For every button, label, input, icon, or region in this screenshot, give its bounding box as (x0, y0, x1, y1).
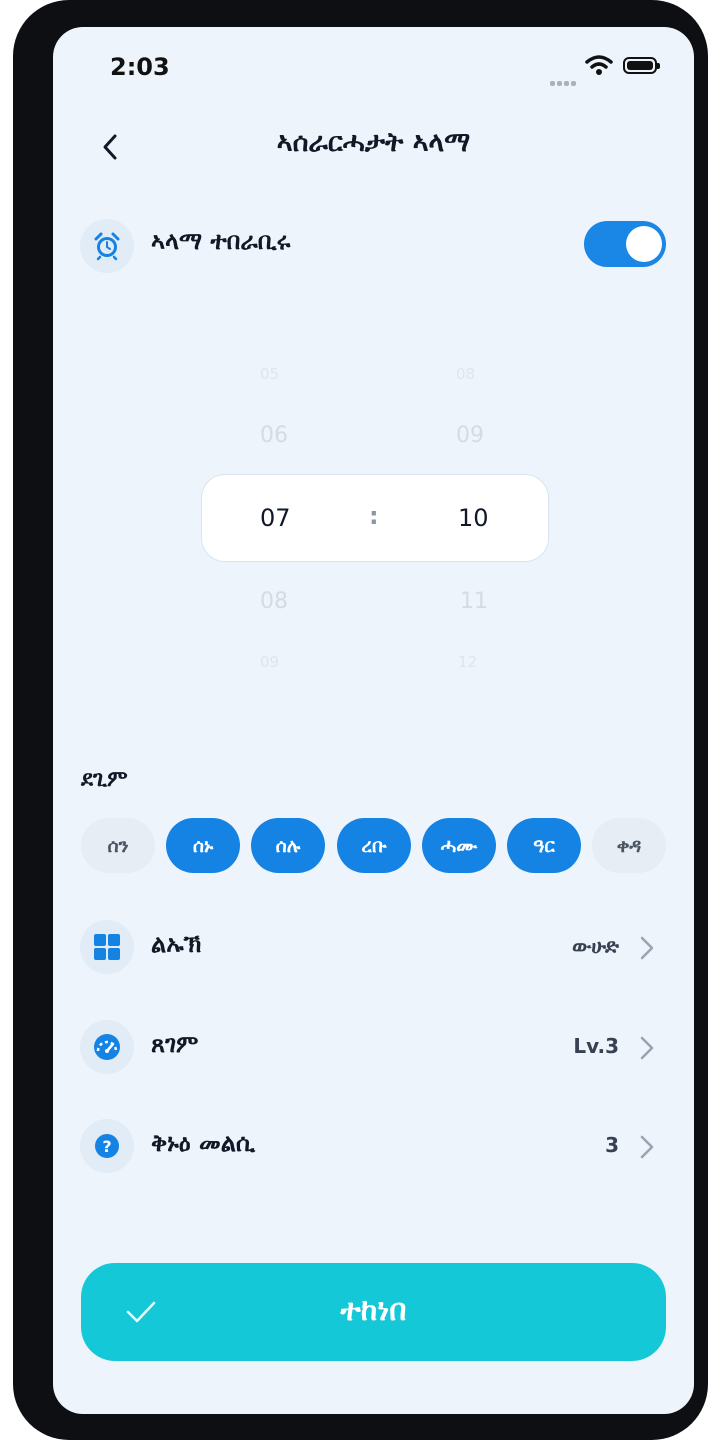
row-value: Lv.3 (573, 1034, 619, 1058)
hour-option[interactable]: 08 (260, 589, 288, 614)
minute-selected[interactable]: 10 (458, 504, 489, 532)
repeat-label: ደጊም (81, 767, 128, 792)
time-separator: : (369, 502, 379, 530)
device-frame: 2:03 ኣሰራርሓታት ኣላማ ኣላማ ተበራቢሩ 05 06 07 08 0… (13, 0, 708, 1440)
minute-option[interactable]: 11 (460, 589, 488, 614)
battery-icon (623, 57, 660, 74)
row-label: ጸገም (151, 1030, 199, 1058)
hour-option[interactable]: 05 (260, 365, 279, 383)
question-icon: ? (80, 1119, 134, 1173)
alarm-enabled-label: ኣላማ ተበራቢሩ (151, 227, 291, 255)
confirm-button-label: ተከነበ (340, 1293, 407, 1328)
switch-knob (626, 226, 662, 262)
hour-option[interactable]: 09 (260, 653, 279, 671)
grid-icon (80, 920, 134, 974)
alarm-enabled-switch[interactable] (584, 221, 666, 267)
chevron-right-icon (640, 936, 654, 960)
minute-option[interactable]: 09 (456, 423, 484, 448)
alarm-clock-icon (80, 219, 134, 273)
row-label: ልኡኽ (151, 930, 202, 958)
day-chip-fri[interactable]: ዓር (507, 818, 581, 873)
chevron-right-icon (640, 1036, 654, 1060)
confirm-button[interactable]: ተከነበ (81, 1263, 666, 1361)
minute-option[interactable]: 08 (456, 365, 475, 383)
day-chip-mon[interactable]: ሰኑ (166, 818, 240, 873)
hour-selected[interactable]: 07 (260, 504, 291, 532)
page-title: ኣሰራርሓታት ኣላማ (276, 127, 471, 158)
day-chip-wed[interactable]: ረቡ (337, 818, 411, 873)
speedometer-icon (80, 1020, 134, 1074)
minute-option[interactable]: 12 (458, 653, 477, 671)
day-chip-thu[interactable]: ሓሙ (422, 818, 496, 873)
signal-icon (550, 71, 578, 90)
chevron-right-icon (640, 1135, 654, 1159)
row-value: ውሁድ (572, 934, 619, 958)
row-label: ቅኑዕ መልሲ (151, 1129, 256, 1157)
hour-option[interactable]: 06 (260, 423, 288, 448)
day-chip-sat[interactable]: ቀዳ (592, 818, 666, 873)
wifi-icon (585, 54, 613, 80)
day-chip-tue[interactable]: ሰሉ (251, 818, 325, 873)
svg-text:?: ? (102, 1137, 111, 1156)
screen: 2:03 ኣሰራርሓታት ኣላማ ኣላማ ተበራቢሩ 05 06 07 08 0… (53, 27, 694, 1414)
row-value: 3 (605, 1133, 619, 1157)
status-time: 2:03 (110, 53, 170, 81)
day-chip-sun[interactable]: ሰን (81, 818, 155, 873)
